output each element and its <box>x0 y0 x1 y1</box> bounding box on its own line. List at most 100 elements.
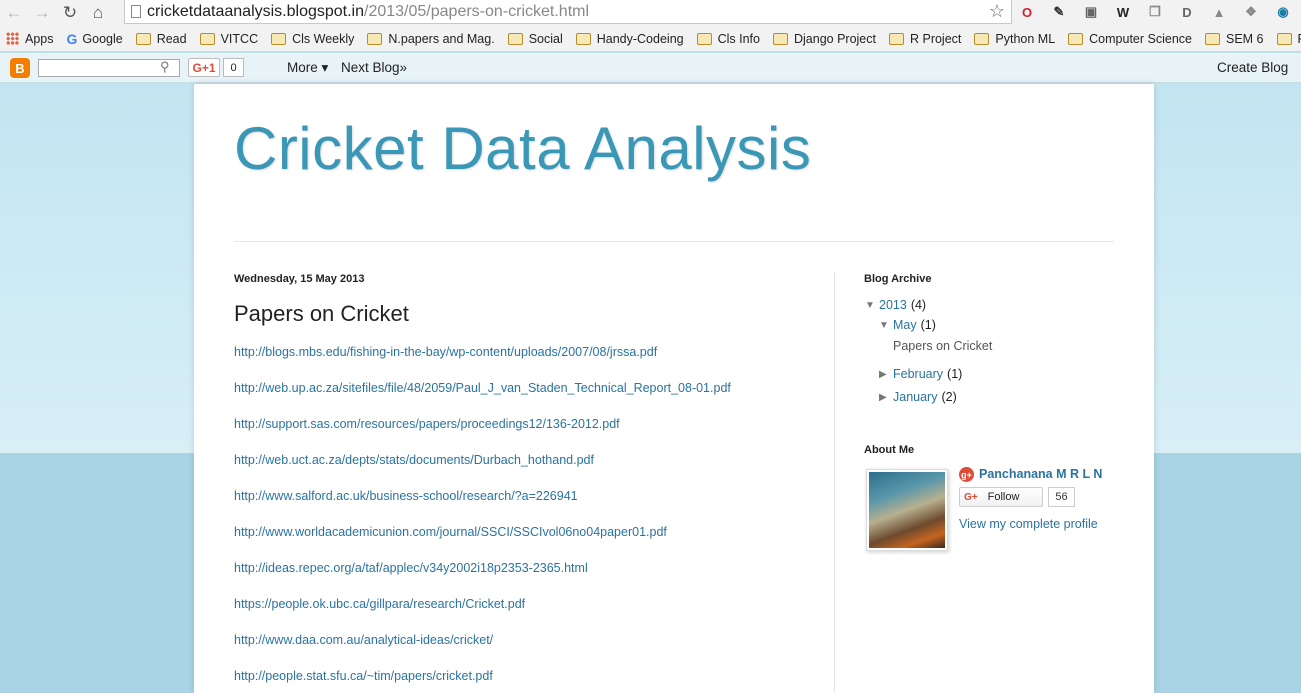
wikipedia-icon[interactable]: W <box>1112 2 1134 22</box>
bookmark-label: Read <box>156 31 187 46</box>
bookmark-apps[interactable]: Apps <box>6 32 54 46</box>
drive-icon[interactable]: ▲ <box>1208 2 1230 22</box>
address-bar[interactable]: cricketdataanalysis.blogspot.in/2013/05/… <box>124 0 1012 24</box>
bookmark-label: Python ML <box>995 31 1056 46</box>
archive-post-link[interactable]: Papers on Cricket <box>893 339 992 353</box>
profile-photo[interactable] <box>866 469 948 551</box>
archive-month-link[interactable]: May <box>893 318 917 332</box>
bookmark-handy-codeing[interactable]: Handy-Codeing <box>575 32 684 46</box>
bookmark-place[interactable]: Place <box>1276 32 1301 46</box>
bookmark-n-papers-and-mag[interactable]: N.papers and Mag. <box>367 32 495 46</box>
archive-month-link[interactable]: January <box>893 390 937 404</box>
bookmark-label: Social <box>528 31 563 46</box>
puzzle-icon[interactable]: ✎ <box>1048 2 1070 22</box>
paper-link[interactable]: http://www.salford.ac.uk/business-school… <box>234 489 731 525</box>
gplus-one-button[interactable]: G+1 <box>188 58 220 77</box>
bookmark-r-project[interactable]: R Project <box>888 31 962 46</box>
dropbox-icon[interactable]: ❖ <box>1240 2 1262 22</box>
follower-count: 56 <box>1048 487 1075 507</box>
paper-link[interactable]: http://ideas.repec.org/a/taf/applec/v34y… <box>234 561 731 597</box>
bookmark-label: SEM 6 <box>1225 31 1264 46</box>
paper-link[interactable]: http://blogs.mbs.edu/fishing-in-the-bay/… <box>234 345 731 381</box>
bookmark-sem-6[interactable]: SEM 6 <box>1204 31 1264 46</box>
bookmark-label: Place <box>1298 32 1301 46</box>
archive-year-count: (4) <box>910 298 927 312</box>
collapse-triangle-icon[interactable]: ▼ <box>879 320 893 331</box>
archive-year-2013[interactable]: ▼ 2013 (4) <box>865 298 926 312</box>
circle-icon[interactable]: ◉ <box>1272 2 1294 22</box>
profile-name[interactable]: Panchanana M R L N <box>979 467 1102 481</box>
folder-icon <box>1068 32 1084 45</box>
post-title: Papers on Cricket <box>234 301 409 326</box>
bookmark-social[interactable]: Social <box>507 31 563 46</box>
blogger-navbar: B ⚲ G+1 0 More ▾ Next Blog» Create Blog <box>0 53 1301 83</box>
folder-icon <box>135 32 151 45</box>
paper-link[interactable]: http://people.stat.sfu.ca/~tim/papers/cr… <box>234 669 731 693</box>
bookmark-label: R Project <box>909 31 962 46</box>
folder-icon <box>575 32 591 45</box>
archive-month-january[interactable]: ▶ January (2) <box>879 390 957 404</box>
navbar-search-input[interactable] <box>38 59 180 77</box>
paper-link[interactable]: http://www.worldacademicunion.com/journa… <box>234 525 731 561</box>
google-icon: G <box>66 30 78 47</box>
bookmark-vitcc[interactable]: VITCC <box>199 31 259 46</box>
bookmark-cls-info[interactable]: Cls Info <box>696 32 760 46</box>
bookmark-django-project[interactable]: Django Project <box>772 32 876 46</box>
d-icon[interactable]: D <box>1176 2 1198 22</box>
home-icon[interactable]: ⌂ <box>84 1 112 25</box>
star-icon[interactable]: ☆ <box>989 1 1005 22</box>
reload-icon[interactable]: ↻ <box>56 1 84 25</box>
view-profile-link[interactable]: View my complete profile <box>959 517 1098 531</box>
paper-link[interactable]: https://people.ok.ubc.ca/gillpara/resear… <box>234 597 731 633</box>
folder-icon <box>1276 32 1292 45</box>
folder-icon <box>199 32 215 45</box>
paper-link[interactable]: http://www.daa.com.au/analytical-ideas/c… <box>234 633 731 669</box>
blog-archive-heading: Blog Archive <box>864 273 932 285</box>
bookmark-label: Computer Science <box>1089 31 1192 46</box>
archive-year-link[interactable]: 2013 <box>879 298 907 312</box>
archive-month-may[interactable]: ▼ May (1) <box>879 318 936 332</box>
search-icon[interactable]: ⚲ <box>160 59 170 75</box>
bookmark-cls-weekly[interactable]: Cls Weekly <box>271 32 354 46</box>
about-me-heading: About Me <box>864 444 915 456</box>
forward-icon[interactable]: → <box>28 1 56 25</box>
archive-month-count: (1) <box>920 318 936 332</box>
url-path: /2013/05/papers-on-cricket.html <box>364 2 590 20</box>
back-icon[interactable]: ← <box>0 1 28 25</box>
follow-label: Follow <box>987 491 1020 503</box>
more-menu[interactable]: More ▾ <box>287 60 328 76</box>
paper-link[interactable]: http://web.up.ac.za/sitefiles/file/48/20… <box>234 381 731 417</box>
opera-icon[interactable]: O <box>1016 2 1038 22</box>
bookmark-label: VITCC <box>220 31 259 46</box>
collapse-triangle-icon[interactable]: ▼ <box>865 300 879 311</box>
extension-badge-icon[interactable]: ▣ <box>1080 2 1102 22</box>
google-plus-icon: g+ <box>959 467 974 482</box>
bookmark-python-ml[interactable]: Python ML <box>974 32 1055 46</box>
header-divider <box>234 241 1114 242</box>
apps-icon <box>6 32 19 45</box>
column-divider <box>834 272 835 693</box>
copy-icon[interactable]: ❐ <box>1144 2 1166 22</box>
paper-link[interactable]: http://web.uct.ac.za/depts/stats/documen… <box>234 453 731 489</box>
bookmark-google[interactable]: G Google <box>67 31 123 47</box>
post-links: http://blogs.mbs.edu/fishing-in-the-bay/… <box>234 345 731 693</box>
expand-triangle-icon[interactable]: ▶ <box>879 392 893 403</box>
blog-title[interactable]: Cricket Data Analysis <box>234 114 811 183</box>
blogger-logo-icon[interactable]: B <box>10 58 30 78</box>
folder-icon <box>696 32 712 45</box>
blog-content: Cricket Data Analysis Wednesday, 15 May … <box>194 84 1154 693</box>
folder-icon <box>1204 32 1220 45</box>
bookmark-computer-science[interactable]: Computer Science <box>1068 32 1192 46</box>
next-blog-link[interactable]: Next Blog» <box>341 60 407 75</box>
paper-link[interactable]: http://support.sas.com/resources/papers/… <box>234 417 731 453</box>
archive-month-count: (2) <box>941 390 957 404</box>
folder-icon <box>772 32 788 45</box>
bookmark-label: Apps <box>25 31 54 46</box>
expand-triangle-icon[interactable]: ▶ <box>879 369 893 380</box>
create-blog-link[interactable]: Create Blog <box>1217 60 1288 75</box>
follow-button[interactable]: G+ Follow <box>959 487 1043 507</box>
bookmarks-bar: Apps G Google Read VITCC Cls Weekly N.papers a… <box>0 26 1301 52</box>
archive-month-link[interactable]: February <box>893 367 943 381</box>
archive-month-february[interactable]: ▶ February (1) <box>879 367 962 381</box>
bookmark-read[interactable]: Read <box>135 31 187 46</box>
